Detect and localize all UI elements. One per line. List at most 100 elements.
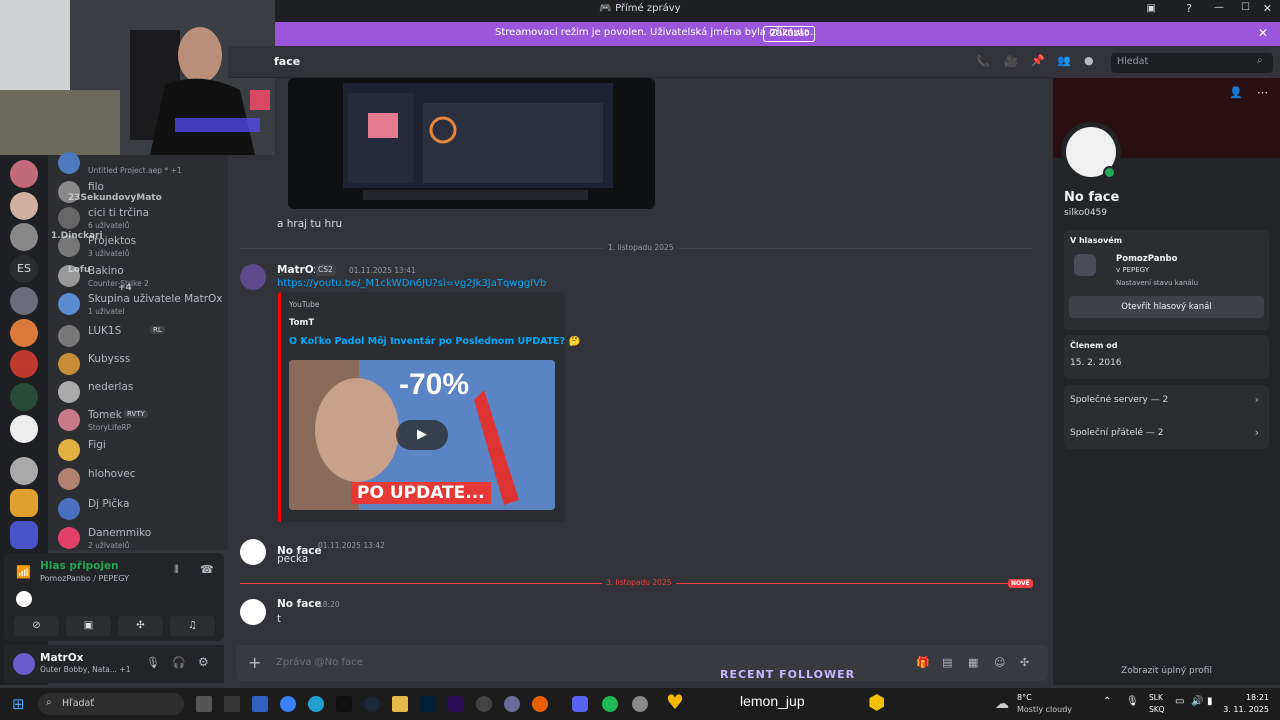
dm-item[interactable]: Danemmiko 2 uživatelů <box>58 525 228 553</box>
headphones-icon[interactable]: 🎧 <box>172 656 186 669</box>
dm-item[interactable]: Figi <box>58 437 228 465</box>
dm-item[interactable]: Kubysss <box>58 351 228 379</box>
gif-icon[interactable]: ▤ <box>942 656 952 669</box>
avatar[interactable] <box>240 599 266 625</box>
keyboard-layout[interactable]: SKQ <box>1149 705 1165 714</box>
user-profile-icon[interactable]: ● <box>1084 54 1094 67</box>
volume-icon[interactable]: 🔊 <box>1191 696 1203 707</box>
help-icon[interactable]: ? <box>1186 2 1192 15</box>
steam-icon[interactable] <box>364 696 380 712</box>
server-icon[interactable] <box>10 415 38 443</box>
minimize-button[interactable]: — <box>1214 2 1224 13</box>
dm-item[interactable]: Dj Pička <box>58 496 228 524</box>
message-link[interactable]: https://youtu.be/_M1ckWDn6JU?si=vg2Jk3Ja… <box>277 278 546 289</box>
network-icon[interactable]: ▭ <box>1175 696 1184 707</box>
maximize-button[interactable]: ☐ <box>1241 2 1250 13</box>
more-options-icon[interactable]: ⋯ <box>1257 86 1268 99</box>
firefox-icon[interactable] <box>532 696 548 712</box>
server-icon[interactable] <box>10 192 38 220</box>
view-full-profile-link[interactable]: Zobrazit úplný profil <box>1053 666 1280 676</box>
soundboard-button[interactable]: ♫ <box>170 616 215 636</box>
tray-chevron-icon[interactable]: ⌃ <box>1103 696 1111 707</box>
dm-item[interactable]: nederlas <box>58 379 228 407</box>
image-attachment[interactable] <box>288 78 655 209</box>
settings-gear-icon[interactable]: ⚙ <box>198 655 209 669</box>
file-explorer-icon[interactable] <box>392 696 408 712</box>
server-icon[interactable] <box>10 383 38 411</box>
call-icon[interactable]: 📞 <box>976 55 990 68</box>
close-window-button[interactable]: ✕ <box>1263 2 1272 15</box>
windows-start-icon[interactable]: ⊞ <box>12 695 25 713</box>
language-indicator[interactable]: SLK <box>1149 693 1163 702</box>
microphone-icon[interactable]: 🎙 <box>1126 696 1139 707</box>
inbox-icon[interactable]: ▣ <box>1147 3 1156 14</box>
voice-location[interactable]: PomozPanbo / PEPEGY <box>40 574 129 583</box>
server-es[interactable]: ES <box>10 255 38 283</box>
voice-channel-status[interactable]: Nastavení stavu kanálu <box>1116 279 1198 287</box>
dm-item[interactable]: Skupina uživatele MatrOx 1 uživatel <box>58 291 228 319</box>
add-friends-icon[interactable]: 👥 <box>1057 54 1071 67</box>
server-icon[interactable] <box>1074 254 1096 276</box>
server-icon[interactable] <box>10 350 38 378</box>
embed-author[interactable]: TomT <box>289 318 314 328</box>
avatar[interactable] <box>240 539 266 565</box>
spotify-icon[interactable] <box>602 696 618 712</box>
server-icon[interactable] <box>10 287 38 315</box>
tiktok-icon[interactable] <box>336 696 352 712</box>
dm-item[interactable]: Untitled Project.aep * +1 <box>58 150 228 178</box>
open-voice-channel-button[interactable]: Otevřít hlasový kanál <box>1069 296 1264 318</box>
dm-item[interactable]: hlohovec <box>58 466 228 494</box>
disable-streamer-mode-button[interactable]: Zakázat <box>763 26 816 42</box>
app-icon[interactable] <box>476 696 492 712</box>
noise-suppression-icon[interactable]: ⦀ <box>174 563 179 577</box>
clock-time[interactable]: 18:21 <box>1229 693 1269 702</box>
server-icon[interactable] <box>10 160 38 188</box>
mutual-friends-link[interactable]: Společní přátelé — 2 <box>1070 428 1163 438</box>
screen-share-button[interactable]: ▣ <box>66 616 111 636</box>
clock-date[interactable]: 3. 11. 2025 <box>1219 705 1269 714</box>
mutual-servers-link[interactable]: Společné servery — 2 <box>1070 395 1168 405</box>
chevron-right-icon[interactable]: › <box>1255 426 1259 439</box>
dm-item[interactable]: LUK1S RL <box>58 323 228 351</box>
disconnect-icon[interactable]: ☎ <box>200 563 214 576</box>
dm-item[interactable]: Tomek StoryLifeRP RVTY <box>58 407 228 435</box>
camera-off-button[interactable]: ⊘ <box>14 616 59 636</box>
search-input[interactable]: Hledat <box>1111 53 1273 73</box>
close-banner-icon[interactable]: ✕ <box>1258 26 1268 40</box>
message-input[interactable]: Zpráva @No face <box>276 657 363 668</box>
chevron-right-icon[interactable]: › <box>1255 393 1259 406</box>
server-icon[interactable] <box>10 489 38 517</box>
sticker-icon[interactable]: ▦ <box>968 656 978 669</box>
activities-button[interactable]: ✣ <box>118 616 163 636</box>
app-icon[interactable] <box>252 696 268 712</box>
avatar[interactable] <box>13 653 35 675</box>
edge-icon[interactable] <box>308 696 324 712</box>
server-icon[interactable] <box>10 457 38 485</box>
video-thumbnail[interactable]: -70% PO UPDATE... ▶ <box>289 360 555 510</box>
weather-cloud-icon[interactable]: ☁ <box>995 696 1009 712</box>
taskbar-search[interactable]: ⌕ Hľadať <box>38 693 184 715</box>
server-icon[interactable] <box>10 521 38 549</box>
messenger-icon[interactable] <box>280 696 296 712</box>
add-friend-icon[interactable]: 👤 <box>1229 86 1243 99</box>
video-call-icon[interactable]: 🎥 <box>1004 55 1018 68</box>
embed-provider[interactable]: YouTube <box>289 300 320 309</box>
emoji-icon[interactable]: ☺ <box>994 656 1005 669</box>
premiere-icon[interactable] <box>448 696 464 712</box>
embed-title[interactable]: O Koľko Padol Môj Inventár po Poslednom … <box>289 336 580 347</box>
avatar[interactable] <box>240 264 266 290</box>
gift-icon[interactable]: 🎁 <box>916 656 930 669</box>
dm-item[interactable]: cici ti trčina 6 uživatelů <box>58 205 228 233</box>
discord-icon[interactable] <box>572 696 588 712</box>
server-icon[interactable] <box>10 319 38 347</box>
obs-icon[interactable] <box>504 696 520 712</box>
author-name[interactable]: No face <box>277 598 322 610</box>
server-tag-badge[interactable]: CS2 <box>315 264 336 276</box>
pin-icon[interactable]: 📌 <box>1031 54 1045 67</box>
task-view-icon[interactable] <box>196 696 212 712</box>
epic-games-icon[interactable] <box>224 696 240 712</box>
author-name[interactable]: MatrOx <box>277 264 320 276</box>
microphone-icon[interactable]: 🎙 <box>146 656 160 669</box>
server-icon[interactable] <box>10 223 38 251</box>
play-icon[interactable]: ▶ <box>396 420 448 450</box>
